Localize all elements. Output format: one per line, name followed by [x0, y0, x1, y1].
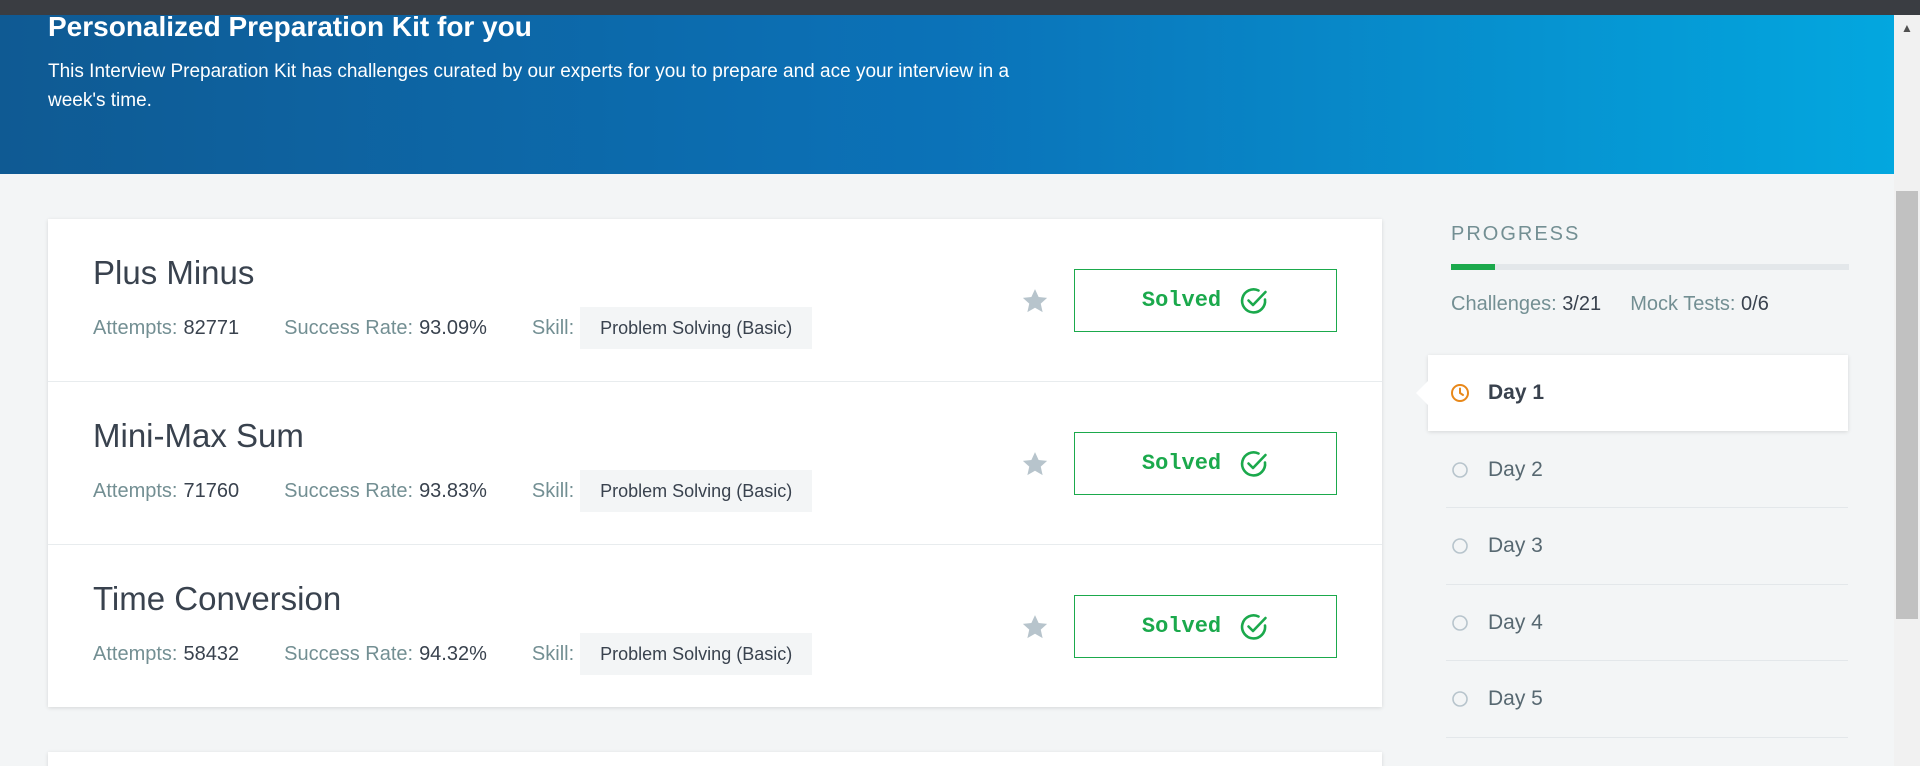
challenge-row[interactable]: Plus Minus Attempts: 82771 Success Rate: 9… [48, 219, 1382, 382]
check-circle-icon [1240, 287, 1267, 314]
divider [1446, 737, 1848, 738]
next-section-card [48, 752, 1382, 766]
challenges-value: 3/21 [1562, 293, 1602, 315]
challenge-meta: Attempts: 71760 Success Rate: 93.83% Skill… [93, 470, 813, 512]
challenge-meta: Attempts: 82771 Success Rate: 93.09% Skill… [93, 307, 813, 349]
day-label: Day 5 [1488, 687, 1543, 710]
hero-description: This Interview Preparation Kit has chall… [48, 61, 1010, 111]
hero-title: Personalized Preparation Kit for you [48, 11, 532, 42]
progress-bar-fill [1451, 264, 1495, 270]
day-label: Day 4 [1488, 611, 1543, 634]
attempts-value: 82771 [183, 316, 240, 339]
skill-label: Skill: [531, 479, 575, 502]
empty-circle-icon [1452, 615, 1468, 631]
challenge-row[interactable]: Time Conversion Attempts: 58432 Success R… [48, 545, 1382, 708]
day-item-2[interactable]: Day 2 [1428, 432, 1848, 508]
challenges-label: Challenges: [1451, 293, 1557, 315]
bookmark-star-icon[interactable] [1020, 286, 1050, 316]
success-rate-label: Success Rate: [284, 479, 414, 502]
progress-title: PROGRESS [1451, 223, 1581, 245]
empty-circle-icon [1452, 462, 1468, 478]
check-circle-icon [1240, 450, 1267, 477]
skill-label: Skill: [531, 642, 575, 665]
day-item-3[interactable]: Day 3 [1428, 508, 1848, 584]
scrollbar-thumb[interactable] [1896, 191, 1918, 619]
day-label: Day 2 [1488, 458, 1543, 481]
clock-icon [1451, 384, 1469, 402]
attempts-value: 58432 [183, 642, 240, 665]
bookmark-star-icon[interactable] [1020, 449, 1050, 479]
attempts-label: Attempts: [93, 642, 178, 665]
challenge-list: Plus Minus Attempts: 82771 Success Rate: 9… [48, 219, 1382, 707]
skill-label: Skill: [531, 316, 575, 339]
day-label: Day 3 [1488, 534, 1543, 557]
attempts-label: Attempts: [93, 479, 178, 502]
mock-tests-value: 0/6 [1741, 293, 1769, 315]
skill-chip: Problem Solving (Basic) [580, 633, 813, 675]
progress-stats: Challenges: 3/21 Mock Tests: 0/6 [1451, 293, 1769, 316]
check-circle-icon [1240, 613, 1267, 640]
success-rate-value: 93.09% [419, 316, 487, 339]
challenge-title[interactable]: Mini-Max Sum [93, 416, 304, 456]
progress-bar [1451, 264, 1849, 270]
success-rate-label: Success Rate: [284, 642, 414, 665]
scroll-up-arrow-icon[interactable]: ▲ [1894, 15, 1920, 41]
day-item-4[interactable]: Day 4 [1428, 585, 1848, 661]
page-scrollbar[interactable]: ▲ [1894, 15, 1920, 766]
attempts-value: 71760 [183, 479, 240, 502]
solved-button[interactable]: Solved [1074, 595, 1337, 658]
challenge-meta: Attempts: 58432 Success Rate: 94.32% Skill… [93, 633, 813, 675]
attempts-label: Attempts: [93, 316, 178, 339]
mock-tests-label: Mock Tests: [1630, 293, 1736, 315]
success-rate-label: Success Rate: [284, 316, 414, 339]
success-rate-value: 93.83% [419, 479, 487, 502]
empty-circle-icon [1452, 538, 1468, 554]
empty-circle-icon [1452, 691, 1468, 707]
day-item-5[interactable]: Day 5 [1428, 661, 1848, 737]
day-item-1[interactable]: Day 1 [1416, 355, 1848, 431]
skill-chip: Problem Solving (Basic) [580, 307, 813, 349]
challenge-title[interactable]: Time Conversion [93, 579, 341, 619]
solved-label: Solved [1141, 614, 1222, 639]
solved-label: Solved [1141, 288, 1222, 313]
skill-chip: Problem Solving (Basic) [580, 470, 813, 512]
challenge-title[interactable]: Plus Minus [93, 253, 254, 293]
success-rate-value: 94.32% [419, 642, 487, 665]
solved-button[interactable]: Solved [1074, 269, 1337, 332]
solved-label: Solved [1141, 451, 1222, 476]
hero-banner: Personalized Preparation Kit for you Thi… [0, 11, 1894, 174]
challenge-row[interactable]: Mini-Max Sum Attempts: 71760 Success Rate… [48, 382, 1382, 545]
day-label: Day 1 [1488, 381, 1545, 404]
solved-button[interactable]: Solved [1074, 432, 1337, 495]
bookmark-star-icon[interactable] [1020, 612, 1050, 642]
